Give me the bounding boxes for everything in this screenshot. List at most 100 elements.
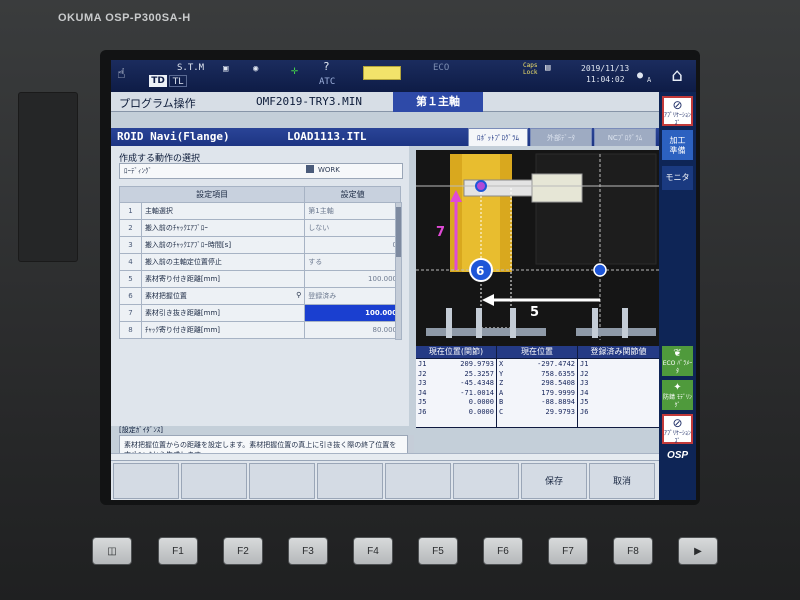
row-value[interactable]: 80.000 [304, 321, 401, 339]
save-button[interactable]: 保存 [521, 463, 587, 499]
tab-nc-program[interactable]: NCﾌﾟﾛｸﾞﾗﾑ [594, 128, 656, 146]
row-name: 素材把握位置 ⚲ [140, 287, 306, 305]
softkey-4[interactable] [317, 463, 383, 499]
leaf-icon: ❦ [673, 348, 682, 359]
list-item: J2 [580, 370, 657, 380]
app-suite-button-2[interactable]: ⊘ ｱﾌﾟﾘｹｰｼｮﾝｽﾞ [662, 414, 693, 445]
row-value[interactable]: 0 [304, 236, 401, 254]
table-row[interactable]: 3 搬入前のﾁｬｯｸｴｱﾌﾞﾛｰ時間[s] 0 [119, 236, 401, 254]
fkey-f8[interactable]: F8 [613, 537, 653, 565]
fkey-f5[interactable]: F5 [418, 537, 458, 565]
row-value[interactable]: 100.000 [304, 304, 401, 322]
settings-pane: 作成する動作の選択 ﾛｰﾃﾞｨﾝｸﾞ WORK 設定項目 設定値 1 主軸選択 … [111, 146, 414, 500]
fkey-f6[interactable]: F6 [483, 537, 523, 565]
table-row[interactable]: 8 ﾁｬｯｸ寄り付き距離[mm] 80.000 [119, 321, 401, 339]
fkey-f3[interactable]: F3 [288, 537, 328, 565]
fkey-left-icon[interactable]: ◫ [92, 537, 132, 565]
row-number: 6 [119, 287, 142, 305]
settings-table: 設定項目 設定値 1 主軸選択 第1主軸 2 搬入前のﾁｬｯｸｴｱﾌﾞﾛｰ しな… [118, 186, 401, 339]
no-entry-icon: ⊘ [672, 98, 683, 112]
tab-robot-program[interactable]: ﾛﾎﾞｯﾄﾌﾟﾛｸﾞﾗﾑ [468, 128, 528, 146]
row-value[interactable]: 第1主軸 [304, 202, 401, 220]
side-latch [18, 92, 78, 262]
softkey-2[interactable] [181, 463, 247, 499]
eco-param-button[interactable]: ❦ ECO ﾊﾟﾗﾒｰﾀ [662, 346, 693, 376]
kakou-junbi-button[interactable]: 加工 準備 [662, 130, 693, 160]
gripper-shape [463, 179, 537, 197]
work-icon [306, 165, 314, 173]
softkey-6[interactable] [453, 463, 519, 499]
axis-label: Y [499, 369, 504, 378]
axis-value: 209.9793 [460, 360, 494, 368]
stm-indicator: S.T.M [177, 63, 205, 73]
monitor-button[interactable]: モニタ [662, 166, 693, 190]
home-icon[interactable]: ⌂ [666, 65, 688, 87]
softkey-5[interactable] [385, 463, 451, 499]
fkey-next[interactable]: ▶ [678, 537, 718, 565]
axis-label: J4 [580, 388, 589, 397]
list-item: X -297.4742 [499, 360, 575, 370]
tab-external-data[interactable]: 外部ﾃﾞｰﾀ [530, 128, 592, 146]
axis-value: 29.9793 [545, 407, 575, 416]
date-display: 2019/11/13 [581, 64, 630, 73]
settings-scrollbar[interactable] [395, 202, 402, 340]
axis-value: -45.4348 [460, 379, 494, 387]
table-row[interactable]: 2 搬入前のﾁｬｯｸｴｱﾌﾞﾛｰ しない [119, 219, 401, 237]
kakou-label: 加工 [669, 136, 686, 145]
junbi-label: 準備 [669, 146, 686, 155]
fkey-f7[interactable]: F7 [548, 537, 588, 565]
axis-label: J3 [580, 379, 589, 387]
work-label: WORK [318, 166, 340, 174]
table-row[interactable]: 4 搬入前の主軸定位置停止 する [119, 253, 401, 271]
motion-diagram: 7 5 6 [416, 150, 659, 346]
kanrei-label: 防錆 ﾓﾃﾞﾘﾝｸﾞ [663, 394, 692, 409]
display-icon: ◫ [107, 546, 117, 557]
list-item: J3 -45.4348 [418, 379, 494, 389]
table-row-selected[interactable]: 7 素材引き抜き距離[mm] 100.000 [119, 304, 401, 322]
app-suite-button[interactable]: ⊘ ｱﾌﾟﾘｹｰｼｮﾝｽﾞ [662, 96, 693, 127]
motion-select[interactable]: ﾛｰﾃﾞｨﾝｸﾞ WORK [119, 163, 403, 179]
list-item: J5 0.0000 [418, 398, 494, 408]
pos-header-current: 現在位置 [497, 346, 577, 358]
caps-lock-indicator: Caps Lock [523, 62, 538, 76]
axis-value: -297.4742 [537, 360, 575, 368]
row-name: 搬入前のﾁｬｯｸｴｱﾌﾞﾛｰ時間[s] [140, 236, 306, 254]
row-number: 4 [119, 253, 142, 271]
pin-icon[interactable]: ⚲ [296, 291, 301, 299]
row-value[interactable]: 100.000 [304, 270, 401, 288]
guidance-title: [設定ｶﾞｲﾀﾞﾝｽ] [119, 426, 163, 434]
row-number: 7 [119, 304, 142, 322]
hand-icon[interactable]: ☝ [117, 66, 125, 82]
axis-label: C [499, 407, 504, 416]
diagram-svg: 7 5 6 [416, 150, 659, 346]
softkey-1[interactable] [113, 463, 179, 499]
cancel-button[interactable]: 取消 [589, 463, 655, 499]
list-item: C 29.9793 [499, 408, 575, 418]
scroll-thumb[interactable] [396, 207, 401, 257]
fkey-f1[interactable]: F1 [158, 537, 198, 565]
fkey-f2[interactable]: F2 [223, 537, 263, 565]
registered-position-list: J1 J2 J3 J4 J5 J6 [578, 359, 659, 427]
axis-value: 25.3257 [464, 369, 494, 378]
fkey-f4[interactable]: F4 [353, 537, 393, 565]
no-entry-icon: ⊘ [672, 416, 683, 430]
list-item: J6 [580, 408, 657, 418]
row-value[interactable]: しない [304, 219, 401, 237]
axis-label: X [499, 360, 504, 368]
softkey-3[interactable] [249, 463, 315, 499]
list-item: B -88.8894 [499, 398, 575, 408]
row-value[interactable]: する [304, 253, 401, 271]
side-panel: ⊘ ｱﾌﾟﾘｹｰｼｮﾝｽﾞ 加工 準備 モニタ ❦ ECO ﾊﾟﾗﾒｰﾀ ✦ 防錆 ﾓﾃ… [659, 92, 696, 500]
table-row[interactable]: 6 素材把握位置 ⚲ 登録済み [119, 287, 401, 305]
list-item: J6 0.0000 [418, 408, 494, 418]
position-table: 現在位置(関節) 現在位置 登録済み関節値 J1 209.9793 J2 25.32… [416, 346, 659, 428]
kanrei-modeling-button[interactable]: ✦ 防錆 ﾓﾃﾞﾘﾝｸﾞ [662, 380, 693, 410]
crosshair-icon: ✛ [291, 63, 299, 77]
axis-value: 758.6355 [541, 369, 575, 378]
row-value[interactable]: 登録済み [304, 287, 401, 305]
table-row[interactable]: 5 素材寄り付き距離[mm] 100.000 [119, 270, 401, 288]
table-row[interactable]: 1 主軸選択 第1主軸 [119, 202, 401, 220]
axis-label: J5 [580, 398, 589, 406]
step-5-label: 5 [530, 305, 539, 320]
step-6-label: 6 [476, 264, 484, 278]
